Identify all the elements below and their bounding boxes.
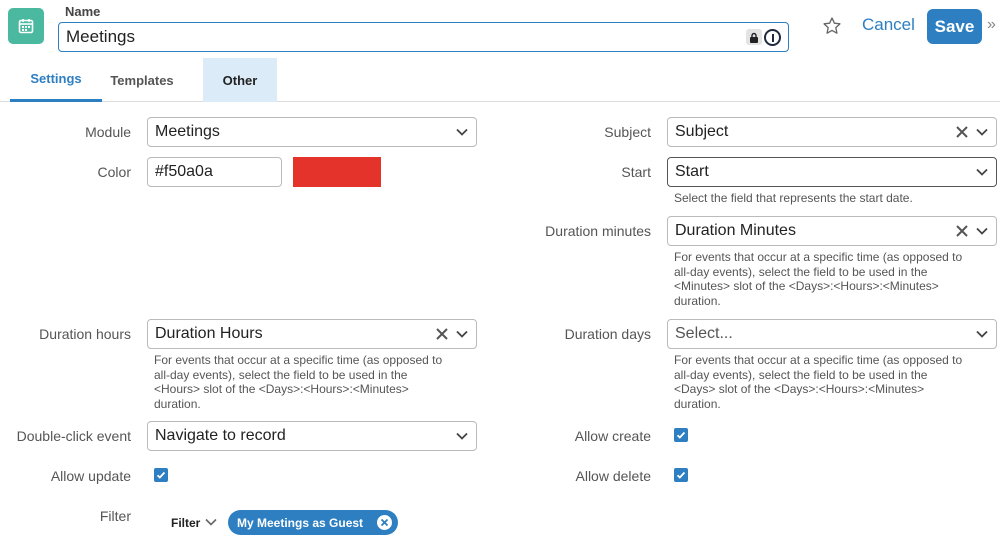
calendar-app-icon — [8, 8, 44, 44]
help-line: For events that occur at a specific time… — [674, 353, 963, 367]
module-select[interactable]: Meetings — [147, 117, 477, 147]
start-select[interactable]: Start — [667, 157, 997, 187]
help-line: <Hours> slot of the <Days>:<Hours>:<Minu… — [154, 382, 409, 396]
allow-delete-checkbox[interactable] — [674, 468, 688, 482]
chevron-down-icon — [456, 330, 468, 338]
filter-chip[interactable]: My Meetings as Guest — [228, 510, 398, 535]
name-input-value[interactable]: Meetings — [66, 27, 135, 47]
help-line: duration. — [674, 396, 721, 411]
help-line: <Days> slot of the <Days>:<Hours>:<Minut… — [674, 382, 925, 396]
start-value: Start — [675, 163, 709, 180]
allow-delete-label: Allow delete — [575, 468, 652, 484]
chevron-down-icon — [976, 227, 988, 235]
check-icon — [676, 431, 686, 439]
filter-dropdown-label[interactable]: Filter — [171, 516, 200, 530]
help-line: all-day events), select the field to be … — [154, 367, 408, 382]
save-button[interactable]: Save — [927, 9, 982, 44]
tab-other[interactable]: Other — [203, 58, 277, 102]
color-label: Color — [97, 164, 131, 180]
duration-minutes-value: Duration Minutes — [675, 222, 796, 239]
help-line: <Minutes> slot of the <Days>:<Hours>:<Mi… — [674, 279, 939, 293]
duration-days-label: Duration days — [564, 326, 651, 342]
help-line: duration. — [674, 293, 721, 308]
duration-hours-select[interactable]: Duration Hours — [147, 319, 477, 349]
help-line: For events that occur at a specific time… — [154, 353, 443, 367]
duration-minutes-select[interactable]: Duration Minutes — [667, 216, 997, 246]
help-line: duration. — [154, 396, 201, 411]
tab-settings[interactable]: Settings — [10, 58, 102, 102]
start-help-text: Select the field that represents the sta… — [674, 191, 913, 205]
color-swatch[interactable] — [293, 157, 381, 187]
subject-value: Subject — [675, 123, 729, 140]
cancel-button[interactable]: Cancel — [862, 15, 915, 35]
lock-icon[interactable] — [746, 29, 762, 45]
name-input[interactable]: Meetings — [58, 22, 789, 52]
subject-label: Subject — [604, 124, 651, 140]
color-input[interactable]: #f50a0a — [147, 157, 282, 187]
name-label: Name — [65, 4, 101, 19]
help-line: all-day events), select the field to be … — [674, 367, 928, 382]
remove-chip-icon[interactable] — [377, 515, 392, 530]
help-line: all-day events), select the field to be … — [674, 264, 928, 279]
allow-update-label: Allow update — [50, 468, 131, 484]
double-click-event-label: Double-click event — [16, 428, 131, 444]
star-icon[interactable] — [822, 16, 844, 38]
duration-minutes-help-text: For events that occur at a specific time… — [674, 250, 962, 308]
allow-update-checkbox[interactable] — [154, 468, 168, 482]
clear-icon[interactable] — [435, 327, 449, 341]
chevron-down-icon — [976, 128, 988, 136]
duration-minutes-label: Duration minutes — [545, 223, 651, 239]
subject-select[interactable]: Subject — [667, 117, 997, 147]
chevron-down-icon[interactable] — [205, 518, 217, 526]
duration-days-placeholder: Select... — [675, 325, 733, 342]
check-icon — [676, 471, 686, 479]
chevron-down-icon — [976, 168, 988, 176]
duration-hours-label: Duration hours — [39, 326, 131, 342]
filter-chip-label: My Meetings as Guest — [237, 515, 364, 530]
chevron-down-icon — [976, 330, 988, 338]
duration-days-help-text: For events that occur at a specific time… — [674, 353, 962, 411]
chevron-down-icon — [456, 128, 468, 136]
duration-hours-value: Duration Hours — [155, 325, 263, 342]
clear-icon[interactable] — [955, 125, 969, 139]
clear-icon[interactable] — [955, 224, 969, 238]
allow-create-checkbox[interactable] — [674, 428, 688, 442]
module-label: Module — [85, 124, 131, 140]
tab-templates[interactable]: Templates — [102, 58, 182, 102]
allow-create-label: Allow create — [574, 428, 651, 444]
check-icon — [156, 471, 166, 479]
start-label: Start — [621, 164, 651, 180]
chevron-down-icon — [456, 432, 468, 440]
duration-hours-help-text: For events that occur at a specific time… — [154, 353, 442, 411]
help-line: For events that occur at a specific time… — [674, 250, 963, 264]
module-value: Meetings — [155, 123, 220, 140]
password-manager-icon[interactable] — [764, 29, 781, 46]
duration-days-select[interactable]: Select... — [667, 319, 997, 349]
filter-label: Filter — [99, 508, 131, 524]
color-value[interactable]: #f50a0a — [155, 163, 213, 181]
double-click-event-value: Navigate to record — [155, 427, 286, 444]
double-click-event-select[interactable]: Navigate to record — [147, 421, 477, 451]
chevron-double-right-icon[interactable]: » — [987, 16, 996, 34]
